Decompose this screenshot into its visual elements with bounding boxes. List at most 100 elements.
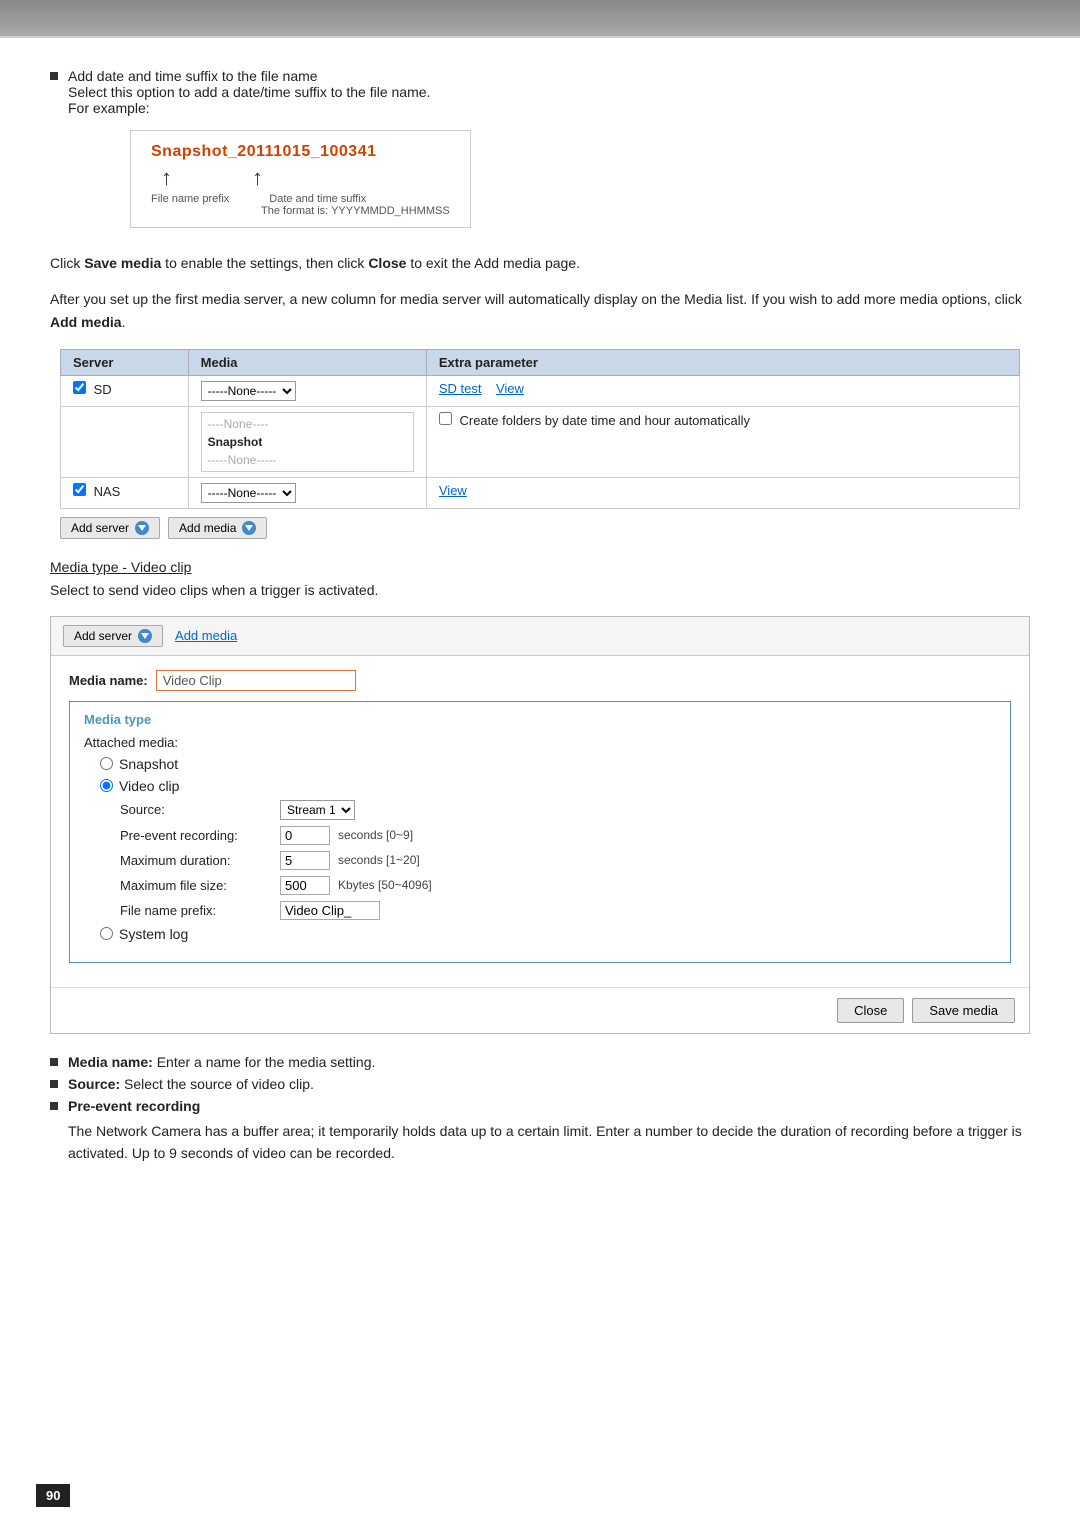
file-prefix-row: File name prefix: <box>120 901 996 920</box>
source-desc: Select the source of video clip. <box>124 1076 314 1092</box>
media-name-input[interactable] <box>156 670 356 691</box>
media-name-desc: Enter a name for the media setting. <box>157 1054 376 1070</box>
media-table: Server Media Extra parameter SD -----Non… <box>60 349 1020 509</box>
sd-media-select[interactable]: -----None----- ----None---- Snapshot <box>201 381 296 401</box>
add-media-icon <box>242 521 256 535</box>
para-add-media-desc: After you set up the first media server,… <box>50 288 1030 333</box>
bullet-date-suffix: Add date and time suffix to the file nam… <box>50 68 1030 238</box>
file-prefix-input[interactable] <box>280 901 380 920</box>
panel-toolbar: Add server Add media <box>51 617 1029 656</box>
pre-event-full-desc: The Network Camera has a buffer area; it… <box>68 1120 1030 1165</box>
col-media: Media <box>188 350 426 376</box>
for-example: For example: <box>68 100 150 116</box>
bullet-source: Source: Select the source of video clip. <box>50 1076 1030 1092</box>
attached-media-label: Attached media: <box>84 735 996 750</box>
cell-nas-server: NAS <box>61 478 189 509</box>
panel-body: Media name: Media type Attached media: S… <box>51 656 1029 987</box>
add-media-panel: Add server Add media Media name: Media t… <box>50 616 1030 1034</box>
nas-media-select[interactable]: -----None----- Snapshot <box>201 483 296 503</box>
source-label: Source: <box>120 802 280 817</box>
system-log-label: System log <box>119 926 188 942</box>
bullet-icon-3 <box>50 1102 58 1110</box>
media-type-heading-wrapper: Media type - Video clip <box>50 559 1030 575</box>
add-media-button-table[interactable]: Add media <box>168 517 267 539</box>
sd-view-link[interactable]: View <box>496 381 524 396</box>
bullet-media-name: Media name: Enter a name for the media s… <box>50 1054 1030 1070</box>
video-clip-label: Video clip <box>119 778 179 794</box>
pre-event-row: Pre-event recording: seconds [0~9] <box>120 826 996 845</box>
cell-sd-media: -----None----- ----None---- Snapshot <box>188 376 426 407</box>
top-bar <box>0 0 1080 36</box>
table-row-dropdown: ----None---- Snapshot -----None----- Cre… <box>61 407 1020 478</box>
label-format: The format is: YYYYMMDD_HHMMSS <box>261 205 450 217</box>
arrow-up-2: ↑ <box>252 165 263 191</box>
label-date-suffix: Date and time suffix <box>269 193 366 205</box>
add-server-button-table[interactable]: Add server <box>60 517 160 539</box>
pre-event-input[interactable] <box>280 826 330 845</box>
save-media-button[interactable]: Save media <box>912 998 1015 1023</box>
bold-pre-event: Pre-event recording <box>68 1098 200 1114</box>
cell-create-folders: Create folders by date time and hour aut… <box>426 407 1019 478</box>
cell-dropdown-list: ----None---- Snapshot -----None----- <box>188 407 426 478</box>
arrow-up-1: ↑ <box>161 165 172 191</box>
label-file-prefix: File name prefix <box>151 193 229 205</box>
cell-nas-extra: View <box>426 478 1019 509</box>
add-server-panel-icon <box>138 629 152 643</box>
media-table-wrapper: Server Media Extra parameter SD -----Non… <box>50 349 1030 539</box>
pre-event-hint: seconds [0~9] <box>338 828 413 842</box>
sd-checkbox[interactable] <box>73 381 86 394</box>
max-file-input[interactable] <box>280 876 330 895</box>
source-row: Source: Stream 1 Stream 2 <box>120 800 996 820</box>
cell-sd-extra: SD test View <box>426 376 1019 407</box>
bold-save-media: Save media <box>84 255 161 271</box>
bullet-desc: Select this option to add a date/time su… <box>68 84 430 100</box>
max-file-hint: Kbytes [50~4096] <box>338 878 432 892</box>
col-extra: Extra parameter <box>426 350 1019 376</box>
add-server-button-panel[interactable]: Add server <box>63 625 163 647</box>
bullet-icon <box>50 72 58 80</box>
cell-nas-media: -----None----- Snapshot <box>188 478 426 509</box>
sd-test-link[interactable]: SD test <box>439 381 482 396</box>
bullet-icon-1 <box>50 1058 58 1066</box>
snapshot-label: Snapshot <box>119 756 178 772</box>
close-button[interactable]: Close <box>837 998 904 1023</box>
file-prefix-label: File name prefix: <box>120 903 280 918</box>
media-type-desc: Select to send video clips when a trigge… <box>50 579 1030 601</box>
add-media-tab[interactable]: Add media <box>169 626 243 645</box>
nas-view-link[interactable]: View <box>439 483 467 498</box>
panel-footer: Close Save media <box>51 987 1029 1033</box>
bold-close: Close <box>368 255 406 271</box>
system-log-radio-row: System log <box>100 926 996 942</box>
arrows-row: ↑ ↑ <box>151 165 450 191</box>
source-select[interactable]: Stream 1 Stream 2 <box>280 800 355 820</box>
bottom-bullets: Media name: Enter a name for the media s… <box>50 1054 1030 1165</box>
example-filename: Snapshot_20111015_100341 <box>151 143 450 161</box>
nas-checkbox[interactable] <box>73 483 86 496</box>
bold-add-media: Add media <box>50 314 122 330</box>
page-number: 90 <box>36 1484 70 1507</box>
media-name-row: Media name: <box>69 670 1011 691</box>
bold-source: Source: <box>68 1076 120 1092</box>
para-save-media: Click Save media to enable the settings,… <box>50 252 1030 274</box>
example-box: Snapshot_20111015_100341 ↑ ↑ File name p… <box>130 130 471 228</box>
cell-sd-server: SD <box>61 376 189 407</box>
media-type-title: Media type <box>84 712 996 727</box>
max-duration-hint: seconds [1~20] <box>338 853 420 867</box>
example-labels: File name prefix Date and time suffix <box>151 193 450 205</box>
pre-event-label: Pre-event recording: <box>120 828 280 843</box>
table-row-nas: NAS -----None----- Snapshot View <box>61 478 1020 509</box>
system-log-radio[interactable] <box>100 927 113 940</box>
snapshot-radio[interactable] <box>100 757 113 770</box>
create-folders-checkbox[interactable] <box>439 412 452 425</box>
max-duration-label: Maximum duration: <box>120 853 280 868</box>
max-file-label: Maximum file size: <box>120 878 280 893</box>
media-type-heading: Media type - Video clip <box>50 559 191 575</box>
table-row-sd: SD -----None----- ----None---- Snapshot … <box>61 376 1020 407</box>
max-duration-row: Maximum duration: seconds [1~20] <box>120 851 996 870</box>
cell-empty <box>61 407 189 478</box>
bold-media-name: Media name: <box>68 1054 153 1070</box>
snapshot-radio-row: Snapshot <box>100 756 996 772</box>
video-clip-radio[interactable] <box>100 779 113 792</box>
max-duration-input[interactable] <box>280 851 330 870</box>
media-type-box: Media type Attached media: Snapshot Vide… <box>69 701 1011 963</box>
